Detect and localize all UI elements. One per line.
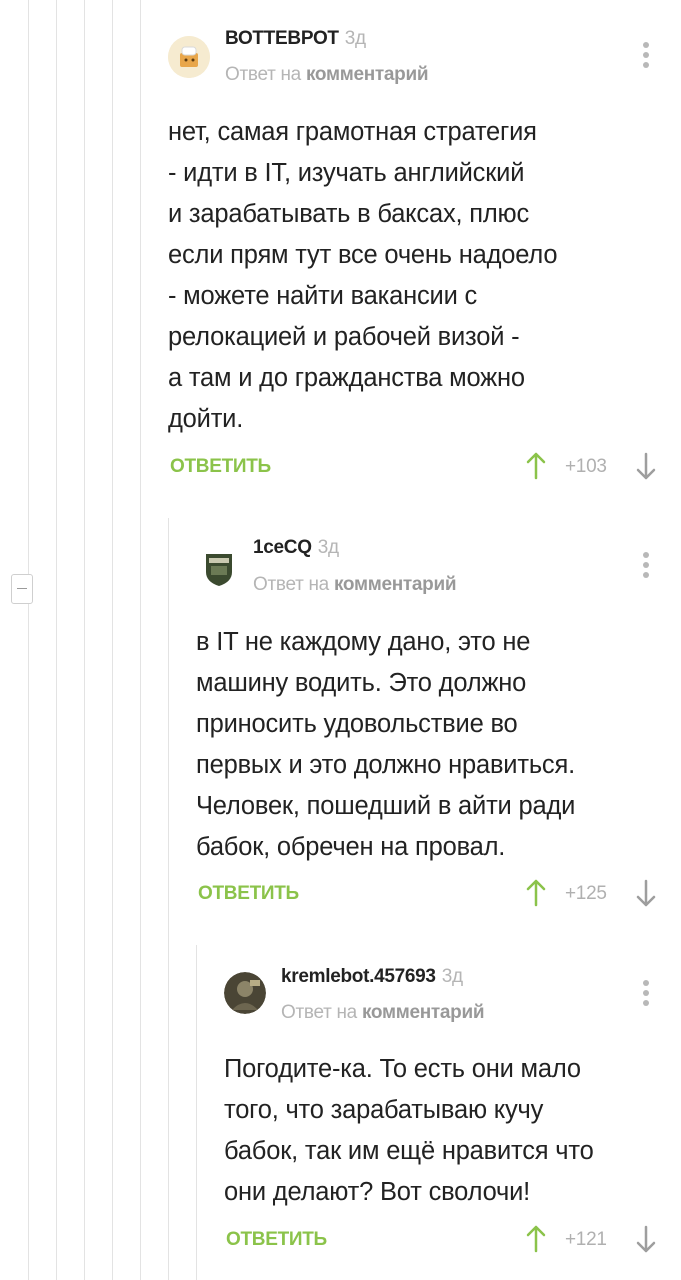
avatar bbox=[224, 972, 266, 1014]
comment-age: 3д bbox=[441, 966, 463, 987]
rating-score: +121 bbox=[565, 1229, 607, 1250]
reply-to-link[interactable]: Ответ на комментарий bbox=[281, 1002, 485, 1024]
arrow-down-icon[interactable] bbox=[636, 1225, 656, 1253]
author-name[interactable]: kremlebot.457693 3д bbox=[281, 966, 463, 988]
reply-button[interactable]: ОТВЕТИТЬ bbox=[226, 1229, 327, 1251]
arrow-up-icon[interactable] bbox=[526, 1225, 546, 1253]
comment: kremlebot.457693 3д Ответ на комментарий … bbox=[0, 0, 681, 1280]
more-vertical-icon[interactable] bbox=[639, 978, 653, 1008]
comment-body: Погодите-ка. То есть они мало того, что … bbox=[224, 1055, 594, 1206]
